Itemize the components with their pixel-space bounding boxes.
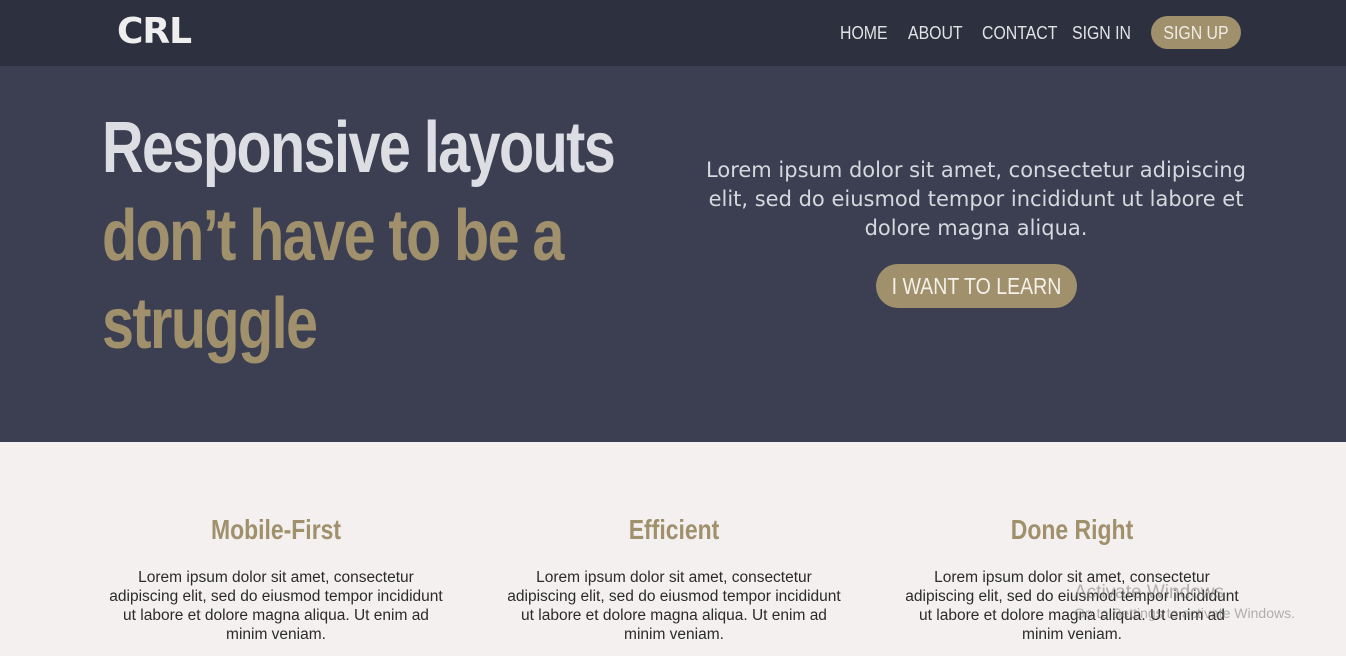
- feature-text: Lorem ipsum dolor sit amet, consectetur …: [905, 569, 1239, 643]
- nav-about-link[interactable]: ABOUT: [908, 21, 963, 45]
- hero-section: Responsive layouts don’t have to be a st…: [0, 66, 1346, 442]
- hero-title-line-2: don’t have to be a: [102, 196, 564, 276]
- hero-description: Lorem ipsum dolor sit amet, consectetur …: [706, 158, 1246, 240]
- hero-title: Responsive layouts don’t have to be a st…: [102, 104, 616, 368]
- hero-title-line-3: struggle: [102, 284, 318, 364]
- learn-button-label: I WANT TO LEARN: [891, 273, 1062, 299]
- feature-card-done-right: Done Right Lorem ipsum dolor sit amet, c…: [892, 510, 1252, 644]
- logo[interactable]: CRL: [117, 12, 192, 52]
- feature-title: Done Right: [1010, 514, 1134, 545]
- feature-title: Mobile-First: [210, 514, 342, 545]
- feature-title: Efficient: [628, 514, 720, 545]
- signup-button-label: SIGN UP: [1163, 23, 1229, 43]
- nav-signin-link[interactable]: SIGN IN: [1072, 21, 1131, 45]
- navbar: CRL HOME ABOUT CONTACT SIGN IN SIGN UP: [0, 0, 1346, 66]
- feature-text: Lorem ipsum dolor sit amet, consectetur …: [507, 569, 841, 643]
- nav-contact-link[interactable]: CONTACT: [982, 21, 1057, 45]
- signup-button[interactable]: SIGN UP: [1151, 16, 1241, 49]
- learn-button[interactable]: I WANT TO LEARN: [876, 264, 1077, 308]
- feature-text: Lorem ipsum dolor sit amet, consectetur …: [109, 569, 443, 643]
- hero-title-line-1: Responsive layouts: [102, 108, 616, 188]
- feature-card-efficient: Efficient Lorem ipsum dolor sit amet, co…: [494, 510, 854, 644]
- nav-home-link[interactable]: HOME: [840, 21, 888, 45]
- feature-card-mobile-first: Mobile-First Lorem ipsum dolor sit amet,…: [96, 510, 456, 644]
